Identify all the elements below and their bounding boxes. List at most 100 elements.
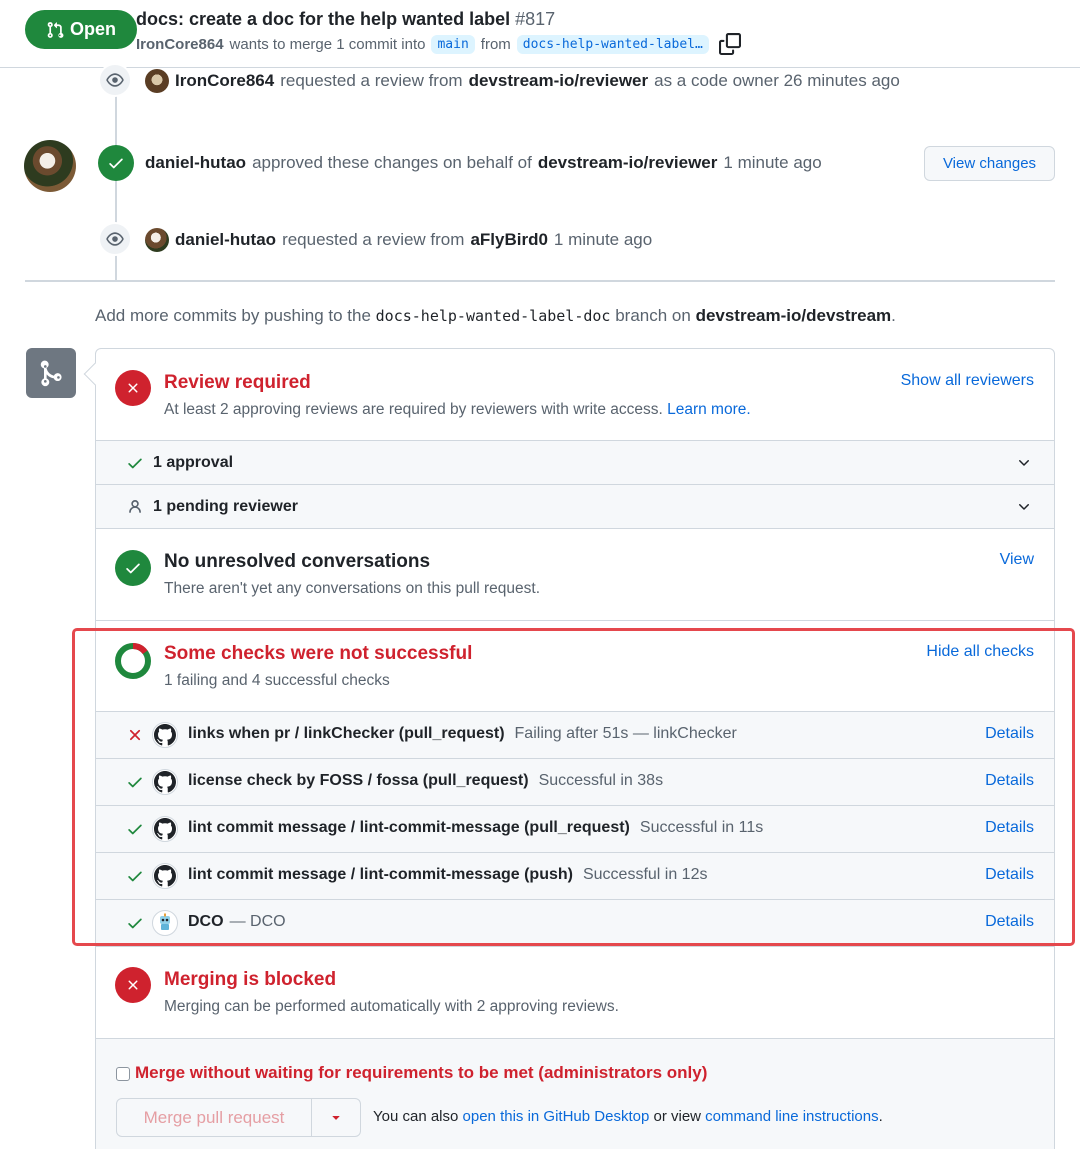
event-text: requested a review from — [282, 230, 465, 249]
review-required-title: Review required — [164, 372, 311, 393]
x-icon — [129, 729, 141, 741]
section-divider — [96, 620, 1054, 621]
checks-subtitle: 1 failing and 4 successful checks — [164, 672, 390, 689]
command-line-instructions-link[interactable]: command line instructions — [705, 1108, 878, 1125]
merge-method-dropdown[interactable] — [311, 1098, 361, 1137]
checks-status-ring-icon — [115, 643, 151, 679]
event-target[interactable]: devstream-io/reviewer — [538, 153, 718, 173]
admin-override-checkbox[interactable] — [116, 1067, 130, 1081]
details-link[interactable]: Details — [985, 913, 1034, 931]
admin-override-label[interactable]: Merge without waiting for requirements t… — [135, 1063, 707, 1083]
avatar[interactable] — [145, 69, 169, 93]
section-divider — [96, 946, 1054, 947]
pr-header: Open docs: create a doc for the help wan… — [0, 0, 1080, 68]
open-in-desktop-link[interactable]: open this in GitHub Desktop — [463, 1108, 650, 1125]
details-link[interactable]: Details — [985, 772, 1034, 790]
eye-icon — [98, 63, 132, 97]
merge-pull-request-button[interactable]: Merge pull request — [116, 1098, 312, 1137]
avatar[interactable] — [145, 228, 169, 252]
details-link[interactable]: Details — [985, 819, 1034, 837]
pending-reviewers-row[interactable]: 1 pending reviewer — [96, 484, 1054, 528]
event-actor[interactable]: daniel-hutao — [175, 230, 276, 250]
check-title: lint commit message / lint-commit-messag… — [188, 819, 630, 836]
person-icon — [129, 500, 141, 513]
pr-state-label: Open — [69, 19, 116, 39]
details-link[interactable]: Details — [985, 725, 1034, 743]
pr-title-text: docs: create a doc for the help wanted l… — [136, 9, 511, 29]
check-title: DCO — [188, 913, 224, 930]
check-icon — [128, 777, 142, 788]
check-name: license check by FOSS / fossa (pull_requ… — [188, 772, 663, 790]
view-conversations-link[interactable]: View — [1000, 551, 1034, 569]
review-required-subtitle: At least 2 approving reviews are require… — [164, 401, 751, 419]
pr-title: docs: create a doc for the help wanted l… — [136, 9, 555, 30]
view-changes-button[interactable]: View changes — [924, 146, 1055, 181]
base-branch[interactable]: main — [431, 34, 475, 54]
check-row: lint commit message / lint-commit-messag… — [96, 852, 1054, 899]
eye-icon — [98, 222, 132, 256]
avatar[interactable] — [24, 140, 76, 192]
pr-meta: IronCore864 wants to merge 1 commit into… — [136, 33, 741, 55]
check-icon — [128, 458, 142, 469]
event-actor[interactable]: IronCore864 — [175, 71, 274, 91]
merge-footer-text: You can also open this in GitHub Desktop… — [373, 1108, 883, 1125]
check-row: links when pr / linkChecker (pull_reques… — [96, 711, 1054, 758]
pr-number: #817 — [515, 9, 556, 29]
check-name: lint commit message / lint-commit-messag… — [188, 819, 763, 837]
checks-title: Some checks were not successful — [164, 643, 473, 664]
details-link[interactable]: Details — [985, 866, 1034, 884]
event-text: approved these changes on behalf of — [252, 153, 532, 172]
event-target[interactable]: devstream-io/reviewer — [469, 71, 649, 91]
pr-state-badge: Open — [25, 10, 137, 49]
check-icon — [128, 918, 142, 929]
event-text: requested a review from — [280, 71, 463, 90]
push-hint-middle: branch on — [615, 306, 691, 325]
chevron-down-icon[interactable] — [1016, 499, 1032, 515]
github-icon — [152, 769, 178, 795]
x-circle-icon — [115, 967, 151, 1003]
merging-blocked-subtitle: Merging can be performed automatically w… — [164, 998, 619, 1015]
approvals-row[interactable]: 1 approval — [96, 440, 1054, 484]
hide-all-checks-link[interactable]: Hide all checks — [926, 643, 1034, 661]
check-circle-icon — [115, 550, 151, 586]
footer-prefix: You can also — [373, 1108, 459, 1125]
check-description: Failing after 51s — linkChecker — [514, 725, 737, 742]
head-branch[interactable]: docs-help-wanted-label… — [516, 34, 709, 54]
check-description: Successful in 11s — [639, 819, 764, 836]
footer-end: . — [878, 1108, 883, 1125]
check-title: license check by FOSS / fossa (pull_requ… — [188, 772, 529, 789]
push-hint: Add more commits by pushing to the docs-… — [95, 306, 896, 326]
chevron-down-icon[interactable] — [1016, 455, 1032, 471]
pr-author-link[interactable]: IronCore864 — [136, 36, 224, 53]
check-circle-icon — [98, 145, 134, 181]
copy-icon[interactable] — [718, 33, 741, 55]
check-row: lint commit message / lint-commit-messag… — [96, 805, 1054, 852]
merge-footer: Merge without waiting for requirements t… — [96, 1038, 1054, 1149]
event-actor[interactable]: daniel-hutao — [145, 153, 246, 173]
github-icon — [152, 816, 178, 842]
event-target[interactable]: aFlyBird0 — [470, 230, 547, 250]
show-all-reviewers-link[interactable]: Show all reviewers — [901, 372, 1034, 390]
pr-meta-text: wants to merge 1 commit into — [229, 35, 426, 53]
section-divider — [96, 528, 1054, 529]
check-row: DCO — DCO Details — [96, 899, 1054, 946]
review-subtitle-text: At least 2 approving reviews are require… — [164, 401, 663, 418]
learn-more-link[interactable]: Learn more. — [667, 401, 751, 418]
merging-blocked-title: Merging is blocked — [164, 969, 337, 990]
conversations-title: No unresolved conversations — [164, 551, 431, 572]
push-hint-end: . — [891, 306, 896, 325]
timeline-event-review-request-2: daniel-hutao requested a review from aFl… — [145, 228, 652, 252]
event-suffix: as a code owner 26 minutes ago — [654, 71, 900, 90]
check-description: Successful in 12s — [582, 866, 708, 883]
github-icon — [152, 722, 178, 748]
check-description: Successful in 38s — [538, 772, 664, 789]
timeline-event-review-request-1: IronCore864 requested a review from devs… — [145, 69, 900, 93]
check-title: links when pr / linkChecker (pull_reques… — [188, 725, 505, 742]
check-name: lint commit message / lint-commit-messag… — [188, 866, 707, 884]
check-description: — DCO — [229, 913, 286, 930]
check-icon — [128, 871, 142, 882]
conversations-subtitle: There aren't yet any conversations on th… — [164, 580, 541, 597]
footer-middle: or view — [653, 1108, 701, 1125]
event-suffix: 1 minute ago — [723, 153, 822, 172]
push-hint-branch: docs-help-wanted-label-doc — [375, 307, 611, 325]
